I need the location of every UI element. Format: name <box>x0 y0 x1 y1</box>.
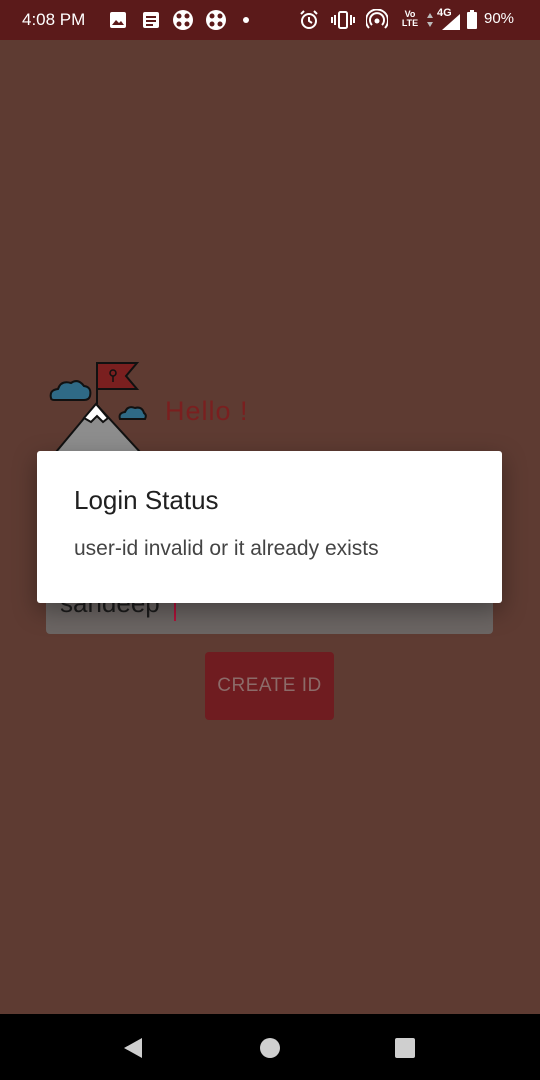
back-icon[interactable] <box>120 1035 146 1061</box>
status-bar: 4:08 PM Vo LTE 4G 90% <box>0 0 540 40</box>
alarm-icon <box>300 10 318 29</box>
home-icon[interactable] <box>257 1035 283 1061</box>
image-icon <box>110 12 126 28</box>
dialog-title: Login Status <box>74 485 219 515</box>
battery-icon <box>467 10 477 29</box>
signal-icon <box>442 14 460 30</box>
app-icon <box>206 10 226 30</box>
dialog-message: user-id invalid or it already exists <box>74 537 379 560</box>
create-id-button-label: CREATE ID <box>217 675 322 696</box>
status-time: 4:08 PM <box>22 10 86 29</box>
hotspot-icon <box>366 9 388 29</box>
data-arrows-icon <box>427 13 433 27</box>
volte-icon: Vo LTE <box>400 10 420 28</box>
volte-label: Vo LTE <box>401 9 419 28</box>
greeting-text: Hello ! <box>165 396 249 426</box>
mountain-flag-illustration <box>49 362 147 453</box>
navigation-bar <box>0 1014 540 1080</box>
login-status-dialog: Login Status user-id invalid or it alrea… <box>37 451 502 603</box>
battery-percent: 90% <box>484 10 515 27</box>
notes-icon <box>143 12 159 28</box>
app-icon <box>173 10 193 30</box>
vibrate-icon <box>331 11 355 29</box>
create-id-button[interactable]: CREATE ID <box>205 652 334 720</box>
dot-icon <box>243 17 249 23</box>
recents-icon[interactable] <box>392 1035 418 1061</box>
